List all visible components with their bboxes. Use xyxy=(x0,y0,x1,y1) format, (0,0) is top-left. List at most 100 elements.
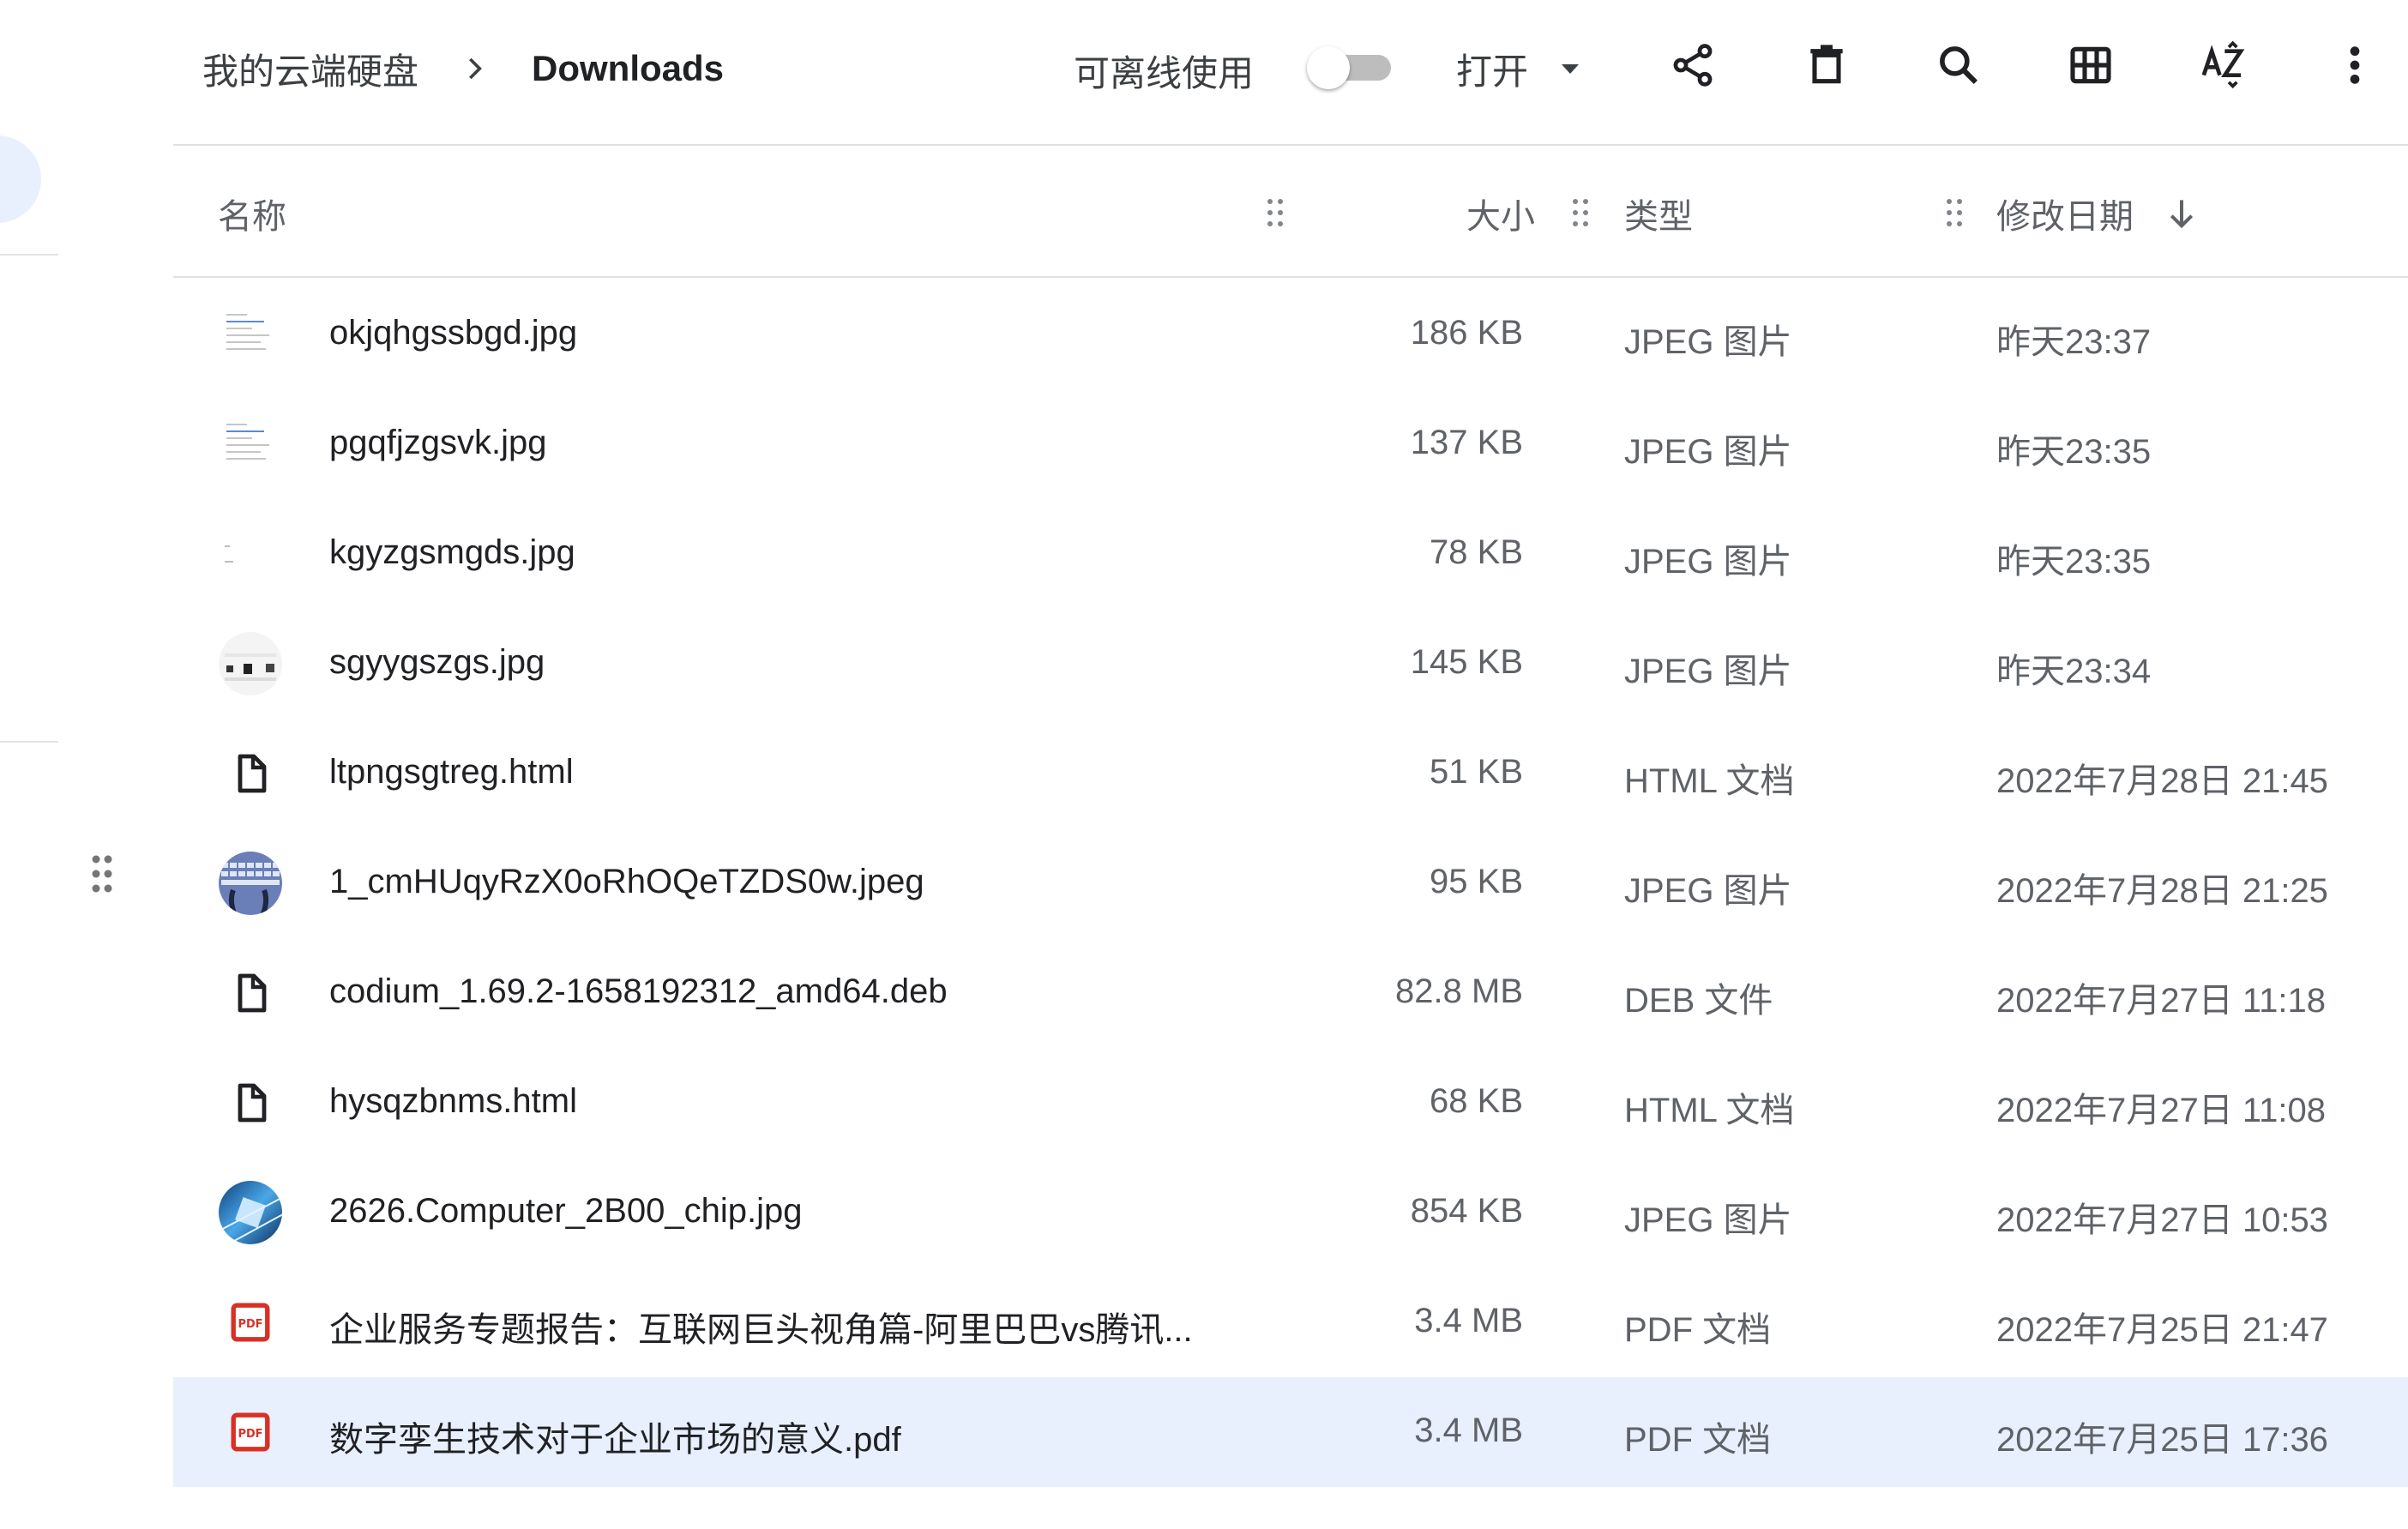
file-icon xyxy=(218,1070,283,1135)
share-button[interactable] xyxy=(1665,38,1720,93)
file-name: hysqzbnms.html xyxy=(329,1082,577,1120)
thumbnail-image xyxy=(218,412,283,477)
file-type: DEB 文件 xyxy=(1624,982,1773,1020)
sidebar-active-item[interactable] xyxy=(0,135,41,223)
open-with-button[interactable]: 打开 xyxy=(1456,34,1593,103)
column-name[interactable]: 名称 xyxy=(218,189,286,238)
column-size[interactable]: 大小 xyxy=(1466,189,1535,238)
sort-az-icon xyxy=(2201,41,2245,89)
file-icon xyxy=(218,741,283,806)
thumbnail-image xyxy=(218,1180,283,1245)
breadcrumb: 我的云端硬盘 Downloads xyxy=(202,43,724,94)
file-row[interactable]: PDF 数字孪生技术对于企业市场的意义.pdf 3.4 MB PDF 文档 2022年7… xyxy=(173,1377,2408,1487)
file-type: PDF 文档 xyxy=(1624,1311,1772,1349)
thumbnail-image xyxy=(218,521,283,587)
file-row[interactable]: okjqhgssbgd.jpg 186 KB JPEG 图片 昨天23:37 xyxy=(173,280,2408,389)
breadcrumb-root[interactable]: 我的云端硬盘 xyxy=(202,43,418,95)
sidebar-divider xyxy=(0,254,58,256)
file-modified-date: 昨天23:37 xyxy=(1996,323,2152,361)
file-type: HTML 文档 xyxy=(1624,1092,1795,1129)
file-name: 1_cmHUqyRzX0oRhOQeTZDS0w.jpeg xyxy=(329,863,924,900)
caret-down-icon xyxy=(1562,64,1580,74)
file-type: JPEG 图片 xyxy=(1624,653,1792,690)
file-size: 78 KB xyxy=(1430,533,1523,571)
grid-view-button[interactable] xyxy=(2063,38,2118,93)
sidebar-divider xyxy=(0,741,58,743)
thumbnail-image xyxy=(218,302,283,367)
file-size: 3.4 MB xyxy=(1414,1302,1523,1339)
column-type[interactable]: 类型 xyxy=(1624,189,1693,238)
file-name: 数字孪生技术对于企业市场的意义.pdf xyxy=(329,1421,901,1459)
file-row[interactable]: 2626.Computer_2B00_chip.jpg 854 KB JPEG 图片… xyxy=(173,1158,2408,1267)
file-row[interactable]: ltpngsgtreg.html 51 KB HTML 文档 2022年7月28日 2… xyxy=(173,719,2408,828)
file-type: JPEG 图片 xyxy=(1624,323,1792,361)
drag-handle-icon[interactable] xyxy=(89,854,115,894)
file-icon xyxy=(218,960,283,1026)
pdf-icon: PDF xyxy=(218,1290,283,1355)
file-modified-date: 2022年7月25日 21:47 xyxy=(1996,1311,2328,1349)
toggle-knob xyxy=(1307,46,1350,89)
file-size: 137 KB xyxy=(1410,424,1523,461)
thumbnail-image xyxy=(218,631,283,696)
file-name: 企业服务专题报告：互联网巨头视角篇-阿里巴巴vs腾讯... xyxy=(329,1311,1193,1349)
svg-text:PDF: PDF xyxy=(238,1318,263,1331)
sidebar-strip xyxy=(0,0,172,1529)
column-modified[interactable]: 修改日期 xyxy=(1996,189,2134,238)
file-modified-date: 2022年7月28日 21:45 xyxy=(1996,762,2328,800)
file-modified-date: 2022年7月28日 21:25 xyxy=(1996,872,2328,910)
file-row[interactable]: kgyzgsmgds.jpg 78 KB JPEG 图片 昨天23:35 xyxy=(173,499,2408,609)
file-size: 186 KB xyxy=(1410,314,1523,352)
file-name: codium_1.69.2-1658192312_amd64.deb xyxy=(329,972,948,1010)
column-resize-handle-icon[interactable] xyxy=(1945,197,1964,228)
arrow-down-icon[interactable] xyxy=(2164,196,2199,233)
file-type: PDF 文档 xyxy=(1624,1421,1772,1459)
delete-button[interactable] xyxy=(1799,38,1854,93)
delete-icon xyxy=(1810,45,1843,84)
file-row[interactable]: codium_1.69.2-1658192312_amd64.deb 82.8 M… xyxy=(173,938,2408,1048)
file-size: 854 KB xyxy=(1410,1192,1523,1230)
file-size: 82.8 MB xyxy=(1395,972,1523,1010)
file-list: okjqhgssbgd.jpg 186 KB JPEG 图片 昨天23:37 pgqfj… xyxy=(173,280,2408,1487)
file-modified-date: 昨天23:35 xyxy=(1996,543,2152,581)
breadcrumb-current[interactable]: Downloads xyxy=(532,48,724,89)
column-header: 名称 大小 类型 修改日期 xyxy=(173,147,2408,278)
search-icon xyxy=(1940,46,1978,84)
file-row[interactable]: hysqzbnms.html 68 KB HTML 文档 2022年7月27日 11:… xyxy=(173,1048,2408,1158)
file-name: sgyygszgs.jpg xyxy=(329,643,545,681)
more-options-button[interactable] xyxy=(2327,38,2382,93)
search-button[interactable] xyxy=(1931,38,1986,93)
file-type: JPEG 图片 xyxy=(1624,872,1792,910)
file-name: 2626.Computer_2B00_chip.jpg xyxy=(329,1192,803,1230)
file-row[interactable]: sgyygszgs.jpg 145 KB JPEG 图片 昨天23:34 xyxy=(173,609,2408,719)
file-size: 51 KB xyxy=(1430,753,1523,791)
share-icon xyxy=(1673,44,1713,87)
file-modified-date: 2022年7月27日 11:08 xyxy=(1996,1092,2326,1129)
chevron-right-icon xyxy=(469,57,482,80)
pdf-icon: PDF xyxy=(218,1400,283,1465)
file-size: 145 KB xyxy=(1410,643,1523,681)
offline-toggle[interactable] xyxy=(1307,41,1396,89)
file-row[interactable]: 1_cmHUqyRzX0oRhOQeTZDS0w.jpeg 95 KB JPEG 图… xyxy=(173,828,2408,938)
file-name: okjqhgssbgd.jpg xyxy=(329,314,578,352)
file-type: JPEG 图片 xyxy=(1624,433,1792,471)
file-type: JPEG 图片 xyxy=(1624,543,1792,581)
file-modified-date: 2022年7月25日 17:36 xyxy=(1996,1421,2328,1459)
file-type: JPEG 图片 xyxy=(1624,1201,1792,1239)
open-label: 打开 xyxy=(1456,51,1529,92)
file-row[interactable]: PDF 企业服务专题报告：互联网巨头视角篇-阿里巴巴vs腾讯... 3.4 MB PD… xyxy=(173,1267,2408,1377)
svg-text:PDF: PDF xyxy=(238,1428,263,1441)
grid-view-icon xyxy=(2070,46,2111,84)
file-row[interactable]: pgqfjzgsvk.jpg 137 KB JPEG 图片 昨天23:35 xyxy=(173,389,2408,499)
toolbar: 我的云端硬盘 Downloads 可离线使用 打开 xyxy=(173,0,2408,146)
sort-button[interactable] xyxy=(2195,38,2250,93)
file-size: 95 KB xyxy=(1430,863,1523,900)
column-resize-handle-icon[interactable] xyxy=(1571,197,1590,228)
file-size: 3.4 MB xyxy=(1414,1412,1523,1449)
file-type: HTML 文档 xyxy=(1624,762,1795,800)
file-modified-date: 2022年7月27日 10:53 xyxy=(1996,1201,2328,1239)
thumbnail-image xyxy=(218,851,283,916)
column-resize-handle-icon[interactable] xyxy=(1266,197,1285,228)
offline-label: 可离线使用 xyxy=(1074,53,1255,93)
file-name: ltpngsgtreg.html xyxy=(329,753,574,791)
file-modified-date: 2022年7月27日 11:18 xyxy=(1996,982,2326,1020)
